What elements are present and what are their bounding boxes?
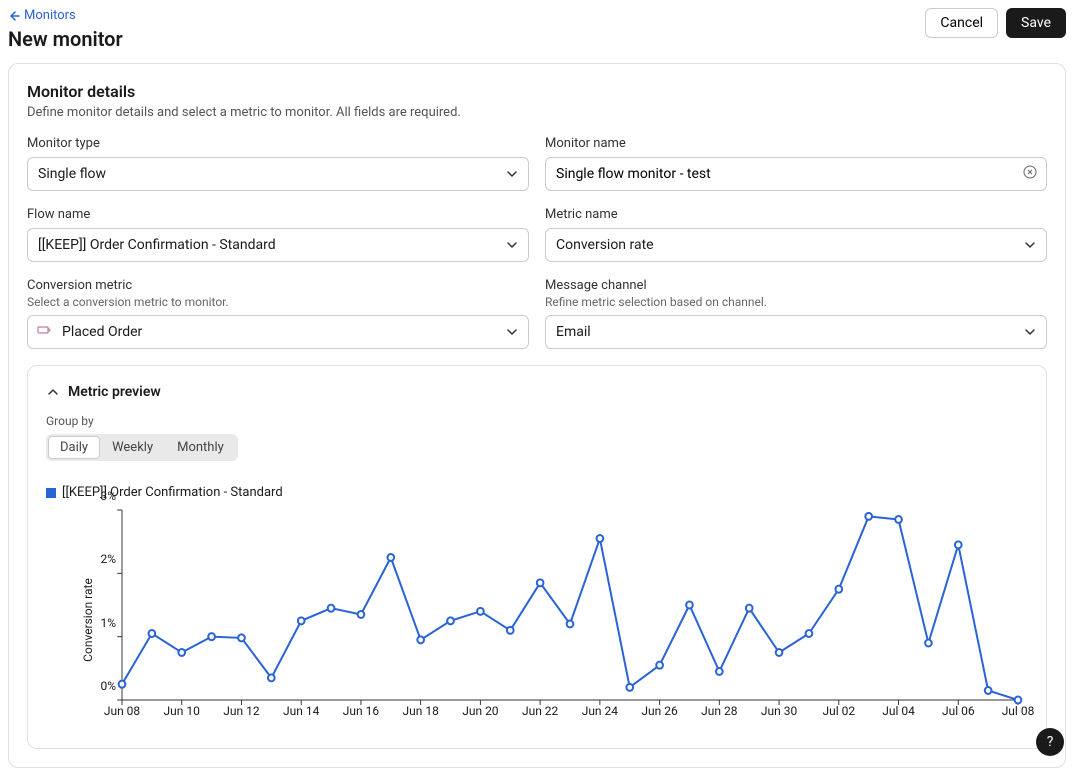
breadcrumb-label: Monitors <box>24 8 76 23</box>
group-by-option-monthly[interactable]: Monthly <box>165 436 236 459</box>
x-axis-ticks: Jun 08Jun 10Jun 12Jun 14Jun 16Jun 18Jun … <box>122 704 1018 730</box>
help-button[interactable]: ? <box>1036 728 1064 756</box>
cancel-button[interactable]: Cancel <box>925 8 998 38</box>
x-tick-label: Jun 10 <box>164 704 200 718</box>
metric-name-label: Metric name <box>545 207 1047 222</box>
flow-name-label: Flow name <box>27 207 529 222</box>
x-tick-label: Jul 04 <box>882 704 915 718</box>
conversion-metric-select[interactable]: Placed Order <box>27 315 529 349</box>
x-tick-label: Jun 18 <box>402 704 438 718</box>
x-tick-label: Jun 14 <box>283 704 319 718</box>
message-channel-select[interactable]: Email <box>545 315 1047 349</box>
y-axis-ticks: 0%1%2%3% <box>86 510 116 700</box>
x-tick-label: Jun 12 <box>223 704 259 718</box>
x-tick-label: Jul 02 <box>822 704 855 718</box>
x-tick-label: Jul 08 <box>1002 704 1035 718</box>
group-by-option-daily[interactable]: Daily <box>48 436 100 459</box>
flow-name-select[interactable]: [[KEEP]] Order Confirmation - Standard <box>27 228 529 262</box>
x-tick-label: Jun 30 <box>761 704 797 718</box>
x-tick-label: Jun 24 <box>582 704 618 718</box>
legend-swatch <box>46 488 56 498</box>
chart-plot <box>122 510 1018 700</box>
x-tick-label: Jun 26 <box>641 704 677 718</box>
y-tick-label: 0% <box>86 679 116 693</box>
monitor-type-value: Single flow <box>38 166 106 182</box>
field-monitor-name: Monitor name <box>545 136 1047 191</box>
x-tick-label: Jun 28 <box>701 704 737 718</box>
message-channel-value: Email <box>556 324 591 340</box>
field-metric-name: Metric name Conversion rate <box>545 207 1047 262</box>
metric-preview-card: Metric preview Group by DailyWeeklyMonth… <box>27 365 1047 749</box>
conversion-metric-sublabel: Select a conversion metric to monitor. <box>27 295 529 309</box>
page-title: New monitor <box>8 27 123 51</box>
conversion-metric-value: Placed Order <box>62 324 142 340</box>
field-monitor-type: Monitor type Single flow <box>27 136 529 191</box>
field-message-channel: Message channel Refine metric selection … <box>545 278 1047 349</box>
chart-legend: [[KEEP]] Order Confirmation - Standard <box>46 485 1028 500</box>
field-flow-name: Flow name [[KEEP]] Order Confirmation - … <box>27 207 529 262</box>
field-conversion-metric: Conversion metric Select a conversion me… <box>27 278 529 349</box>
x-tick-label: Jul 06 <box>942 704 975 718</box>
x-tick-label: Jun 16 <box>343 704 379 718</box>
chevron-up-icon <box>46 385 60 399</box>
metric-name-select[interactable]: Conversion rate <box>545 228 1047 262</box>
metric-preview-toggle[interactable]: Metric preview <box>46 384 1028 400</box>
metric-preview-title: Metric preview <box>68 384 161 400</box>
clear-input-icon[interactable] <box>1023 165 1037 183</box>
metric-name-value: Conversion rate <box>556 237 654 253</box>
group-by-segmented: DailyWeeklyMonthly <box>46 434 238 461</box>
x-tick-label: Jun 20 <box>462 704 498 718</box>
y-tick-label: 2% <box>86 552 116 566</box>
chart-area: Conversion rate 0%1%2%3% Jun 08Jun 10Jun… <box>46 510 1028 730</box>
monitor-type-label: Monitor type <box>27 136 529 151</box>
conversion-metric-label: Conversion metric <box>27 278 529 293</box>
section-description: Define monitor details and select a metr… <box>27 105 1047 120</box>
save-button[interactable]: Save <box>1006 8 1066 38</box>
message-channel-label: Message channel <box>545 278 1047 293</box>
metric-tag-icon <box>37 323 51 341</box>
group-by-option-weekly[interactable]: Weekly <box>100 436 165 459</box>
group-by-label: Group by <box>46 414 1028 428</box>
monitor-details-card: Monitor details Define monitor details a… <box>8 63 1066 768</box>
monitor-name-input[interactable] <box>545 157 1047 191</box>
x-tick-label: Jun 22 <box>522 704 558 718</box>
monitor-type-select[interactable]: Single flow <box>27 157 529 191</box>
flow-name-value: [[KEEP]] Order Confirmation - Standard <box>38 237 276 253</box>
monitor-name-label: Monitor name <box>545 136 1047 151</box>
y-tick-label: 1% <box>86 616 116 630</box>
message-channel-sublabel: Refine metric selection based on channel… <box>545 295 1047 309</box>
breadcrumb-back[interactable]: Monitors <box>8 8 123 23</box>
x-tick-label: Jun 08 <box>104 704 140 718</box>
section-title: Monitor details <box>27 82 1047 101</box>
y-tick-label: 3% <box>86 489 116 503</box>
arrow-left-icon <box>8 10 20 22</box>
